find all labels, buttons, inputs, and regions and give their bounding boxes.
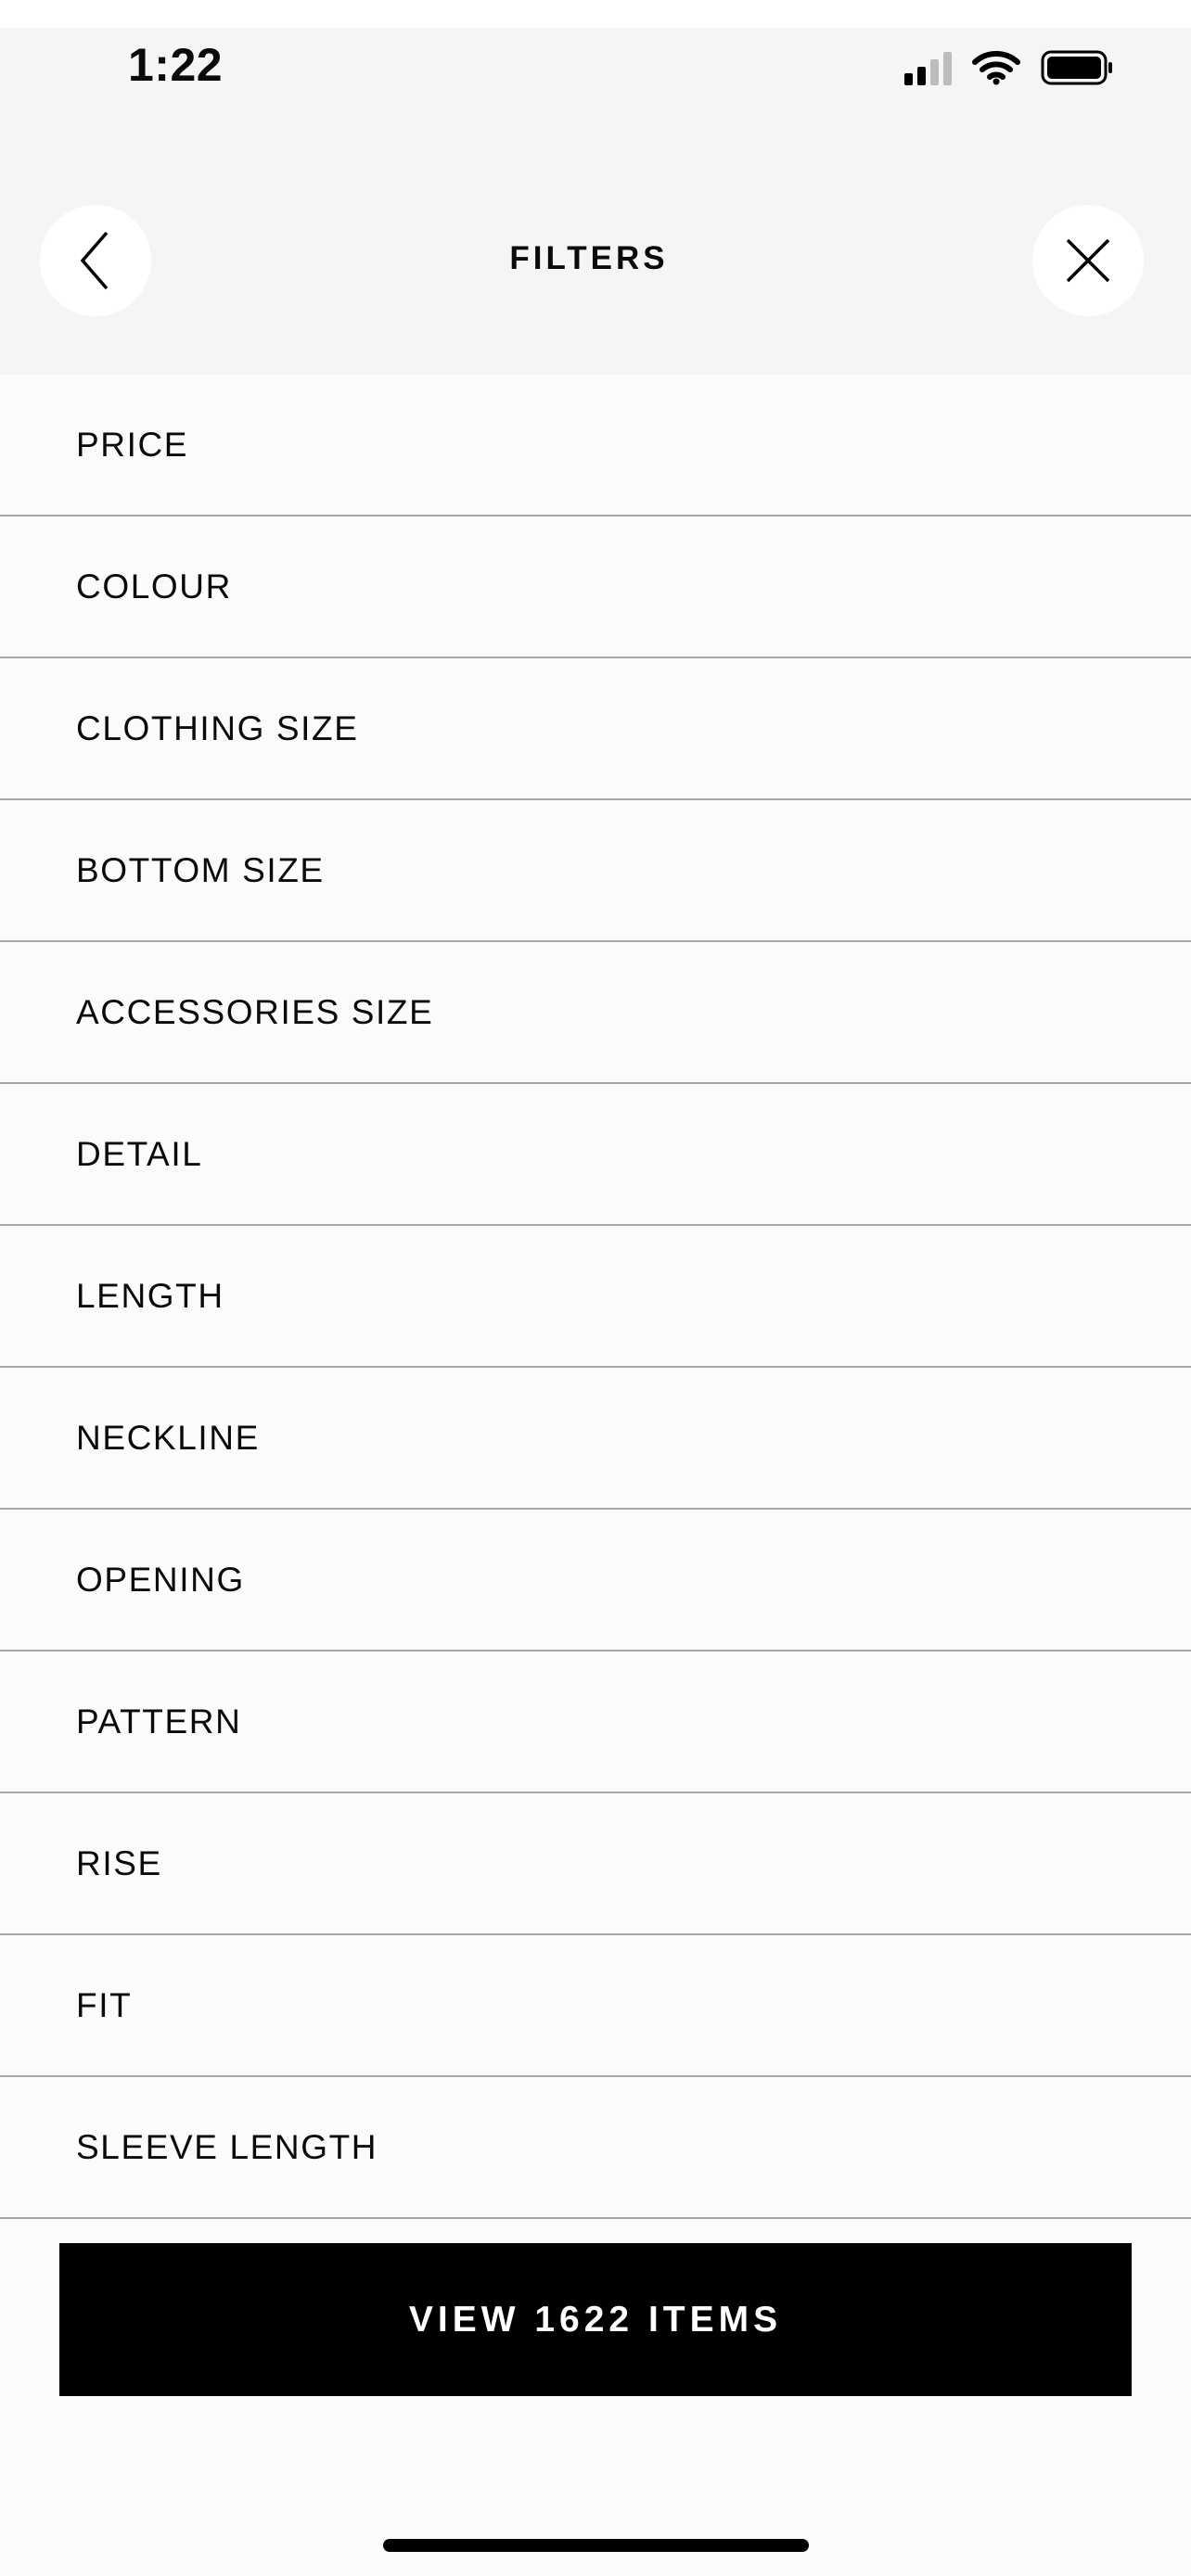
filter-item-accessories-size[interactable]: ACCESSORIES SIZE [0, 942, 1191, 1084]
cellular-signal-icon [904, 50, 952, 85]
filter-label: PRICE [76, 425, 189, 464]
filter-item-opening[interactable]: OPENING [0, 1510, 1191, 1651]
filter-label: BOTTOM SIZE [76, 850, 325, 889]
filter-item-pattern[interactable]: PATTERN [0, 1651, 1191, 1793]
page-title: FILTERS [509, 240, 669, 276]
close-button[interactable] [1032, 205, 1144, 316]
filter-item-colour[interactable]: COLOUR [0, 516, 1191, 658]
filter-label: ACCESSORIES SIZE [76, 992, 434, 1031]
filter-label: OPENING [76, 1560, 245, 1599]
filter-label: DETAIL [76, 1134, 203, 1173]
filter-item-price[interactable]: PRICE [0, 375, 1191, 516]
battery-icon [1041, 50, 1112, 85]
status-time: 1:22 [128, 39, 224, 91]
wifi-icon [972, 51, 1020, 85]
filter-label: FIT [76, 1985, 133, 2024]
filter-item-length[interactable]: LENGTH [0, 1226, 1191, 1368]
filter-label: COLOUR [76, 567, 232, 606]
top-strip [0, 0, 1191, 28]
filter-label: SLEEVE LENGTH [76, 2127, 378, 2166]
home-indicator [383, 2539, 809, 2552]
filter-label: RISE [76, 1843, 162, 1882]
filter-label: NECKLINE [76, 1418, 260, 1457]
filter-label: PATTERN [76, 1702, 242, 1741]
filter-item-fit[interactable]: FIT [0, 1935, 1191, 2077]
filter-item-detail[interactable]: DETAIL [0, 1084, 1191, 1226]
filter-list: PRICE COLOUR CLOTHING SIZE BOTTOM SIZE A… [0, 375, 1191, 2219]
filter-item-clothing-size[interactable]: CLOTHING SIZE [0, 658, 1191, 800]
filter-label: CLOTHING SIZE [76, 708, 359, 747]
status-icons [904, 46, 1115, 89]
view-items-button[interactable]: VIEW 1622 ITEMS [59, 2243, 1132, 2396]
filter-item-sleeve-length[interactable]: SLEEVE LENGTH [0, 2077, 1191, 2219]
filter-item-bottom-size[interactable]: BOTTOM SIZE [0, 800, 1191, 942]
filter-item-neckline[interactable]: NECKLINE [0, 1368, 1191, 1510]
filter-label: LENGTH [76, 1276, 224, 1315]
close-icon [1066, 238, 1110, 283]
filter-item-rise[interactable]: RISE [0, 1793, 1191, 1935]
